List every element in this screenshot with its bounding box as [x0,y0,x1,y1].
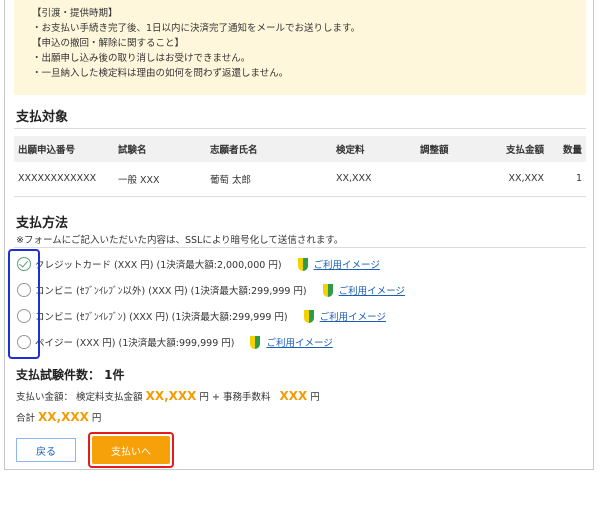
cell-adjustment [416,162,476,197]
service-fee-amount: XXX [279,389,308,403]
payment-option-label: コンビニ (ｾﾌﾞﾝｲﾚﾌﾞﾝ以外) (XXX 円) (1決済最大額:299,9… [35,286,307,297]
table-row: XXXXXXXXXXXX 一般 XXX 葡萄 太郎 XX,XXX XX,XXX … [14,162,586,197]
cell-exam-fee: XX,XXX [332,162,416,197]
total-label: 合計 [16,413,36,424]
beginner-mark-icon [303,309,314,323]
payment-amount-line: 支払い金額： 検定料支払金額 XX,XXX 円 + 事務手数料 XXX 円 [16,389,320,403]
currency-unit: 円 [310,392,320,403]
col-header-application-no: 出願申込番号 [14,136,114,162]
ssl-note: ※フォームにご記入いただいた内容は、SSLにより暗号化して送信されます。 [16,235,344,246]
notice-line: 【引渡・提供時期】 [32,8,118,19]
radio-highlight-frame [8,249,40,359]
payment-option-label: コンビニ (ｾﾌﾞﾝｲﾚﾌﾞﾝ) (XXX 円) (1決済最大額:299,999… [35,312,288,323]
usage-image-link[interactable]: ご利用イメージ [266,335,332,349]
currency-unit: 円 [199,392,209,403]
total-amount: XX,XXX [38,410,89,424]
exam-count: 支払試験件数： 1件 [16,368,125,382]
payment-option-label: ペイジー (XXX 円) (1決済最大額:999,999 円) [35,338,235,349]
notice-line: ・一旦納入した検定料は理由の如何を問わず返還しません。 [32,68,289,79]
plus-service-fee-label: + 事務手数料 [211,392,271,403]
usage-image-link[interactable]: ご利用イメージ [320,309,386,323]
notice-box: 【引渡・提供時期】 ・お支払い手続き完了後、1日以内に決済完了通知をメールでお送… [14,0,586,95]
cell-application-no: XXXXXXXXXXXX [14,162,114,197]
col-header-applicant-name: 志願者氏名 [206,136,332,162]
total-line: 合計 XX,XXX 円 [16,410,101,424]
beginner-mark-icon [322,283,333,297]
payment-option-label: クレジットカード (XXX 円) (1決済最大額:2,000,000 円) [35,260,282,271]
notice-line: ・出願申し込み後の取り消しはお受けできません。 [32,53,251,64]
payment-target-title: 支払対象 [16,110,69,125]
notice-line: ・お支払い手続き完了後、1日以内に決済完了通知をメールでお送りします。 [32,23,361,34]
payment-button-highlight-frame [88,432,174,468]
col-header-payment-amount: 支払金額 [476,136,548,162]
exam-fee-amount: XX,XXX [145,389,197,403]
payment-option-payeasy[interactable]: ペイジー (XXX 円) (1決済最大額:999,999 円) ご利用イメージ [14,329,586,355]
col-header-exam-name: 試験名 [114,136,206,162]
cell-applicant-name: 葡萄 太郎 [206,162,332,197]
usage-image-link[interactable]: ご利用イメージ [314,257,380,271]
payment-option-credit-card[interactable]: クレジットカード (XXX 円) (1決済最大額:2,000,000 円) ご利… [14,251,586,277]
notice-line: 【申込の撤回・解除に関すること】 [32,38,185,49]
payment-method-title: 支払方法 [16,216,69,231]
divider [14,247,586,248]
amount-prefix: 支払い金額： 検定料支払金額 [16,392,143,403]
payment-option-convenience-store[interactable]: コンビニ (ｾﾌﾞﾝｲﾚﾌﾞﾝ以外) (XXX 円) (1決済最大額:299,9… [14,277,586,303]
beginner-mark-icon [250,335,261,349]
table-header-row: 出願申込番号 試験名 志願者氏名 検定料 調整額 支払金額 数量 [14,136,586,162]
payment-target-table: 出願申込番号 試験名 志願者氏名 検定料 調整額 支払金額 数量 XXXXXXX… [14,136,586,197]
payment-option-seven-eleven[interactable]: コンビニ (ｾﾌﾞﾝｲﾚﾌﾞﾝ) (XXX 円) (1決済最大額:299,999… [14,303,586,329]
back-button[interactable]: 戻る [16,438,76,462]
cell-payment-amount: XX,XXX [476,162,548,197]
cell-exam-name: 一般 XXX [114,162,206,197]
cell-quantity: 1 [548,162,586,197]
currency-unit: 円 [91,413,102,424]
col-header-adjustment: 調整額 [416,136,476,162]
usage-image-link[interactable]: ご利用イメージ [339,283,405,297]
divider [14,128,586,129]
col-header-quantity: 数量 [548,136,586,162]
col-header-exam-fee: 検定料 [332,136,416,162]
beginner-mark-icon [297,257,308,271]
